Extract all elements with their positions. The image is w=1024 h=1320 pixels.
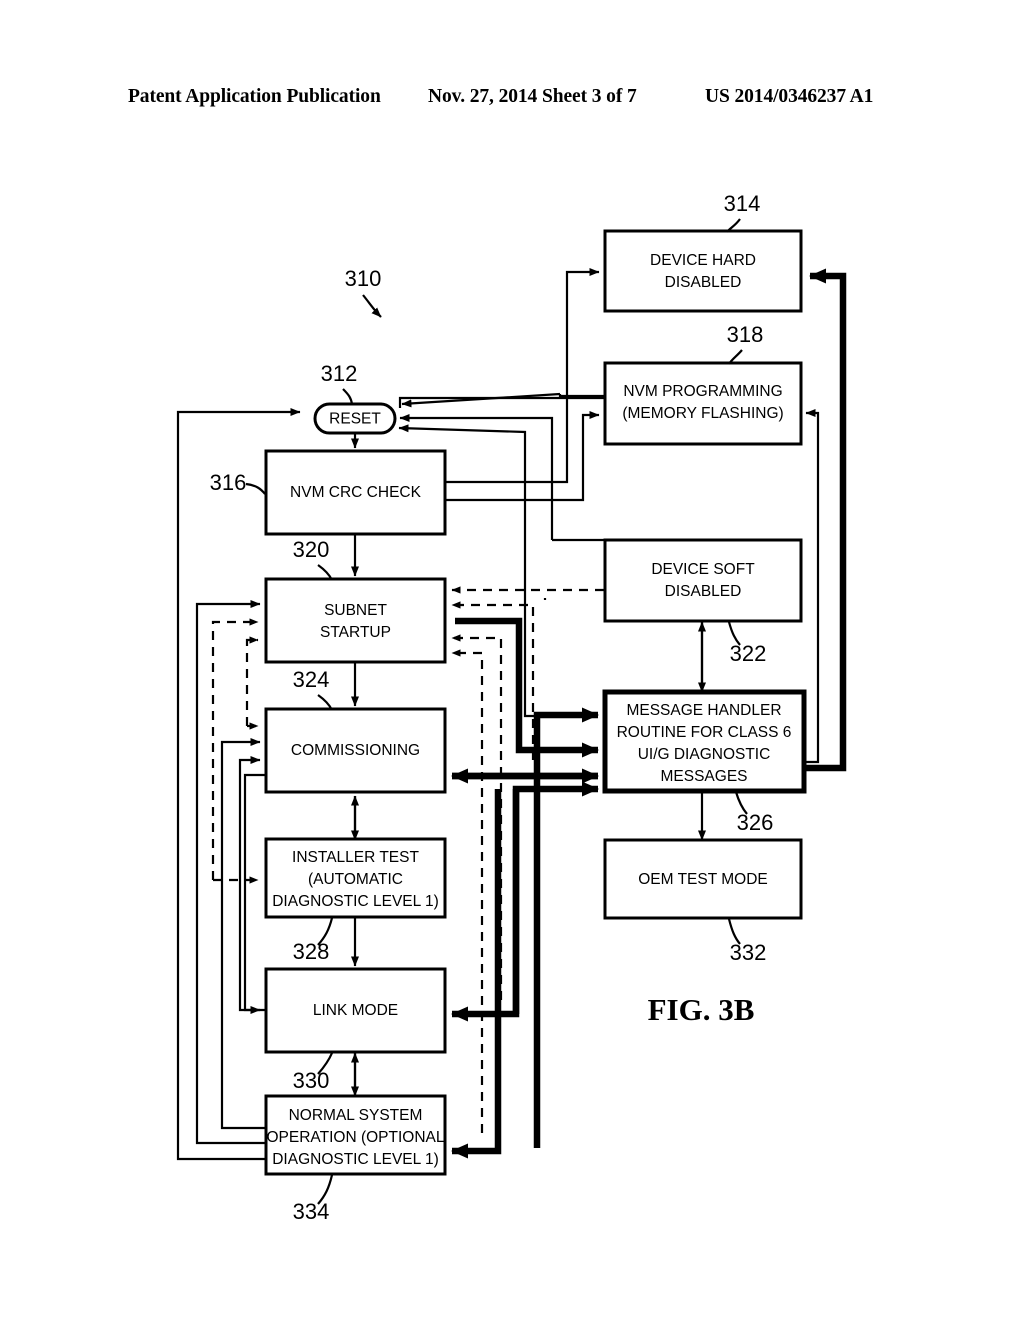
edge-link-mode-to-msg-handler [512,781,599,1014]
svg-text:310: 310 [345,266,382,291]
node-reset-label: RESET [329,411,381,428]
edge-normal-op-to-subnet [195,600,266,1145]
ref-316: 316 [210,470,266,495]
svg-text:316: 316 [210,470,247,495]
svg-text:328: 328 [293,939,330,964]
node-normal-op-label-3: DIAGNOSTIC LEVEL 1) [272,1151,439,1168]
node-installer-test-label-2: (AUTOMATIC [308,871,403,888]
ref-324: 324 [293,667,333,711]
edge-dashed-to-subnet-a [211,618,259,880]
node-oem-test-mode[interactable]: OEM TEST MODE [603,838,803,920]
edge-dashed-normal-op-to-subnet [451,649,484,1133]
edge-msg-handler-to-hard-disabled [804,268,847,772]
node-subnet-startup[interactable]: SUBNET STARTUP [264,577,447,664]
node-link-mode[interactable]: LINK MODE [264,967,447,1054]
node-commissioning[interactable]: COMMISSIONING [264,707,447,794]
node-message-handler-label-2: ROUTINE FOR CLASS 6 [617,724,792,741]
node-subnet-startup-label-1: SUBNET [324,602,387,619]
svg-text:334: 334 [293,1199,330,1224]
node-nvm-crc-check-label: NVM CRC CHECK [290,484,422,501]
leader-310 [362,294,382,318]
node-nvm-programming-label-2: (MEMORY FLASHING) [622,405,783,422]
node-message-handler-label-4: MESSAGES [661,768,748,785]
edge-commissioning-to-link-mode [243,773,266,1014]
node-subnet-startup-label-2: STARTUP [320,624,391,641]
ref-326: 326 [734,791,774,835]
svg-text:330: 330 [293,1068,330,1093]
edge-subnet-to-msg-handler [455,617,599,758]
node-message-handler-label-1: MESSAGE HANDLER [626,702,781,719]
node-installer-test-label-3: DIAGNOSTIC LEVEL 1) [272,893,439,910]
node-device-hard-disabled[interactable]: DEVICE HARD DISABLED [603,229,803,313]
node-installer-test[interactable]: INSTALLER TEST (AUTOMATIC DIAGNOSTIC LEV… [264,837,447,919]
edge-dashed-link-to-subnet [451,634,503,1000]
edge-msg-handler-to-normal-op [451,789,502,1159]
node-message-handler-label-3: UI/G DIAGNOSTIC [638,746,771,763]
edge-dashed-to-subnet-b [245,636,259,726]
svg-text:314: 314 [724,191,761,216]
svg-text:332: 332 [730,940,767,965]
figure-3b-flowchart: RESET NVM CRC CHECK SUBNET STARTUP COMMI… [176,191,847,1224]
node-normal-op-label-2: OPERATION (OPTIONAL [267,1129,445,1146]
node-device-soft-disabled-label-1: DEVICE SOFT [651,561,755,578]
ref-320: 320 [293,537,333,581]
svg-text:318: 318 [727,322,764,347]
node-device-hard-disabled-label-2: DISABLED [665,274,742,291]
figure-caption: FIG. 3B [648,992,755,1027]
node-device-soft-disabled[interactable]: DEVICE SOFT DISABLED [603,538,803,623]
node-installer-test-label-1: INSTALLER TEST [292,849,419,866]
node-normal-op-label-1: NORMAL SYSTEM [289,1107,423,1124]
edge-normal-op-to-msg-handler [533,707,599,1148]
node-link-mode-label: LINK MODE [313,1002,398,1019]
leader-316 [245,482,266,495]
patent-page: Patent Application Publication Nov. 27, … [0,0,1024,1320]
node-oem-test-mode-label: OEM TEST MODE [638,871,767,888]
ref-314: 314 [724,191,761,233]
svg-text:322: 322 [730,641,767,666]
node-message-handler-routine[interactable]: MESSAGE HANDLER ROUTINE FOR CLASS 6 UI/G… [602,689,807,794]
svg-text:320: 320 [293,537,330,562]
node-nvm-programming-label-1: NVM PROGRAMMING [623,383,782,400]
ref-310: 310 [345,266,382,318]
node-device-hard-disabled-label-1: DEVICE HARD [650,252,756,269]
svg-text:312: 312 [321,361,358,386]
ref-312: 312 [321,361,358,405]
node-commissioning-label: COMMISSIONING [291,742,420,759]
leader-312 [342,388,354,405]
node-reset[interactable]: RESET [313,402,397,435]
svg-text:326: 326 [737,810,774,835]
node-normal-system-operation[interactable]: NORMAL SYSTEM OPERATION (OPTIONAL DIAGNO… [264,1094,447,1176]
node-device-soft-disabled-label-2: DISABLED [665,583,742,600]
ref-322: 322 [727,621,767,666]
edge-nvm-crc-to-nvm-prog [445,411,600,502]
node-nvm-crc-check[interactable]: NVM CRC CHECK [264,449,447,536]
ref-334: 334 [293,1174,334,1224]
svg-text:324: 324 [293,667,330,692]
ref-318: 318 [727,322,764,365]
ref-328: 328 [293,917,334,964]
edge-msg-handler-to-link-mode [451,789,520,1022]
edge-nvm-crc-to-hard-disabled [445,268,600,484]
node-nvm-programming[interactable]: NVM PROGRAMMING (MEMORY FLASHING) [603,361,803,446]
ref-332: 332 [727,918,767,965]
ref-330: 330 [293,1052,334,1093]
